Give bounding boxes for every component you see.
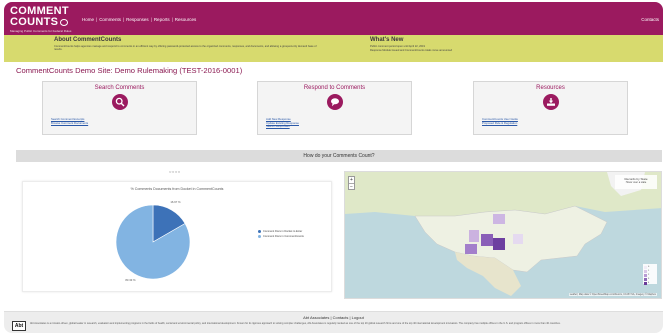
nav-separator: | xyxy=(171,17,173,22)
nav-resources[interactable]: Resources xyxy=(175,17,197,22)
legend-item[interactable]: Comment Docs in Docket to Enter xyxy=(258,230,304,233)
strip-title: How do your Comments Count? xyxy=(303,153,375,159)
map-attribution[interactable]: Leaflet | Map data © OpenStreetMap contr… xyxy=(568,293,657,296)
resources-card: Resources CommentCounts User Guide Propo… xyxy=(473,81,628,135)
scale-swatch xyxy=(644,277,647,281)
scale-swatch xyxy=(644,281,647,285)
search-icon[interactable] xyxy=(111,94,128,110)
footer-links[interactable]: Abt Associates | Contacts | Logout xyxy=(4,315,663,320)
info-band: About CommentCounts CommentCounts helps … xyxy=(4,35,663,62)
search-responses-link[interactable]: Search Responses xyxy=(266,125,299,129)
state-highlight[interactable] xyxy=(481,234,493,246)
state-highlight[interactable] xyxy=(493,238,505,250)
legend-label: Comment Docs in Docket to Enter xyxy=(263,230,303,233)
carousel-pager[interactable]: ○○○○ xyxy=(169,169,181,174)
legend-label: Comment Docs in CommentCounts xyxy=(263,234,304,238)
nav-separator: | xyxy=(122,17,125,22)
state-highlight[interactable] xyxy=(465,244,477,254)
chat-bubble-icon[interactable] xyxy=(326,94,343,110)
footer-text: Abt Associates is a mission-driven, glob… xyxy=(30,322,561,325)
state-highlight[interactable] xyxy=(493,214,505,224)
scale-label: 1 xyxy=(648,270,650,272)
download-icon[interactable] xyxy=(542,94,559,110)
logo-line2-text: COUNTS xyxy=(10,16,59,28)
map-color-scale: 0 1 2 3 4 xyxy=(643,264,657,285)
scale-label: 0 xyxy=(648,266,650,268)
news-item-2: Response Module Issued and CommentCounts… xyxy=(370,49,453,52)
nav-reports[interactable]: Reports xyxy=(154,17,170,22)
legend-item[interactable]: Comment Docs in CommentCounts xyxy=(258,234,304,238)
map-info-subtitle: Hover over a state xyxy=(625,181,647,184)
scale-label: 4 xyxy=(648,282,650,284)
pie-slice-label: 16.67 % xyxy=(170,200,181,204)
card-links: Search Comment Excerpts Browse Comment D… xyxy=(51,117,88,126)
how-do-comments-count-bar: How do your Comments Count? xyxy=(16,150,662,162)
news-item-1: Public comment period open until April 2… xyxy=(370,45,425,48)
logo-tagline: Managing Public Comments for Federal Rul… xyxy=(10,29,72,33)
pie-chart-panel: % Comments Documents from Docket in Comm… xyxy=(22,181,332,292)
card-links: Add New Response Update Existing Respons… xyxy=(266,117,299,129)
card-links: CommentCounts User Guide Proposed Rule &… xyxy=(482,117,518,126)
scale-label: 3 xyxy=(648,278,650,280)
map-canvas xyxy=(345,172,661,296)
proposed-rule-link[interactable]: Proposed Rule & Regulation xyxy=(482,121,518,126)
nav-separator: | xyxy=(150,17,152,22)
search-comments-card: Search Comments Search Comment Excerpts … xyxy=(42,81,197,135)
abt-logo[interactable]: Abt xyxy=(12,321,26,331)
state-map[interactable]: + − Records by State Hover over a state … xyxy=(344,171,662,299)
legend-swatch xyxy=(258,230,261,233)
about-title: About CommentCounts xyxy=(54,37,122,43)
browse-documents-link[interactable]: Browse Comment Documents xyxy=(51,121,88,126)
state-highlight[interactable] xyxy=(513,234,523,244)
contacts-link[interactable]: Contacts xyxy=(641,17,659,22)
scale-swatch xyxy=(644,273,647,277)
nav-home[interactable]: Home xyxy=(82,17,94,22)
nav-comments[interactable]: Comments xyxy=(99,17,121,22)
scale-swatch xyxy=(644,269,647,273)
nav-separator: | xyxy=(96,17,98,22)
card-title: Resources xyxy=(536,85,565,91)
main-nav: Home | Comments | Responses | Reports | Reso… xyxy=(82,17,196,22)
map-info-box: Records by State Hover over a state xyxy=(615,175,657,189)
scale-swatch xyxy=(644,265,647,269)
page-footer: Abt Associates | Contacts | Logout Abt A… xyxy=(4,311,663,333)
zoom-in-button[interactable]: + xyxy=(349,177,354,184)
speech-bubble-icon xyxy=(60,19,69,26)
zoom-control: + − xyxy=(348,176,355,190)
legend-swatch xyxy=(258,234,261,238)
nav-responses[interactable]: Responses xyxy=(126,17,149,22)
whats-new-title: What's New xyxy=(370,37,404,43)
usa-land xyxy=(414,205,608,273)
scale-label: 2 xyxy=(648,274,650,276)
logo-line2: COUNTS xyxy=(10,17,76,28)
chart-legend: Comment Docs in Docket to Enter Comment … xyxy=(258,230,304,239)
state-highlight[interactable] xyxy=(469,230,479,242)
card-title: Search Comments xyxy=(94,85,145,91)
respond-comments-card: Respond to Comments Add New Response Upd… xyxy=(257,81,412,135)
zoom-out-button[interactable]: − xyxy=(349,184,354,191)
about-text: CommentCounts helps agencies manage and … xyxy=(54,45,317,52)
pie-slice-label: 83.33 % xyxy=(125,278,136,282)
app-window: COMMENT COUNTS Managing Public Comments … xyxy=(4,2,663,333)
page-title: CommentCounts Demo Site: Demo Rulemaking… xyxy=(16,66,243,75)
top-header: COMMENT COUNTS Managing Public Comments … xyxy=(4,2,663,35)
card-title: Respond to Comments xyxy=(303,85,366,91)
commentcounts-logo[interactable]: COMMENT COUNTS Managing Public Comments … xyxy=(10,6,76,34)
